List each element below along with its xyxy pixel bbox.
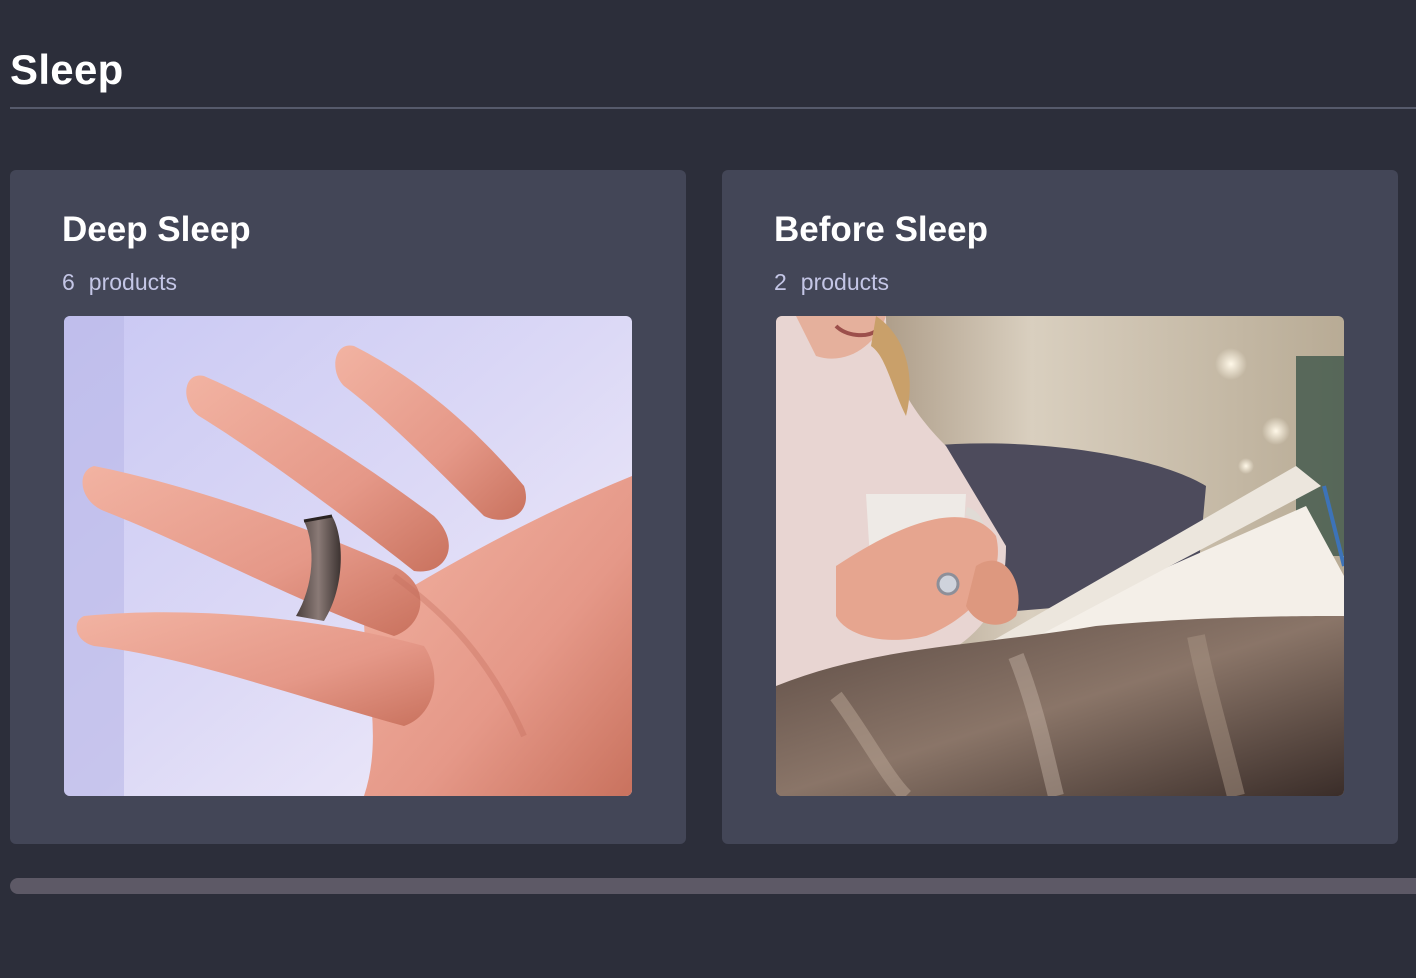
product-count-label: products (88, 269, 178, 295)
product-count: 6 products (62, 269, 177, 296)
product-count-label: products (800, 269, 890, 295)
horizontal-scrollbar[interactable] (10, 878, 1416, 894)
card-image-ring-hand[interactable] (64, 316, 632, 796)
product-count: 2 products (774, 269, 889, 296)
category-card-before-sleep[interactable]: Before Sleep 2 products (722, 170, 1398, 844)
card-image-reading-woman[interactable] (776, 316, 1344, 796)
product-count-number: 6 (62, 269, 75, 295)
card-title: Deep Sleep (62, 210, 251, 249)
sleep-category-page: Sleep Deep Sleep 6 products Before Sleep… (0, 0, 1416, 978)
product-count-number: 2 (774, 269, 787, 295)
section-title: Sleep (10, 46, 124, 93)
card-title: Before Sleep (774, 210, 988, 249)
section-divider (10, 107, 1416, 109)
scrollbar-thumb[interactable] (10, 878, 1416, 894)
category-card-deep-sleep[interactable]: Deep Sleep 6 products (10, 170, 686, 844)
